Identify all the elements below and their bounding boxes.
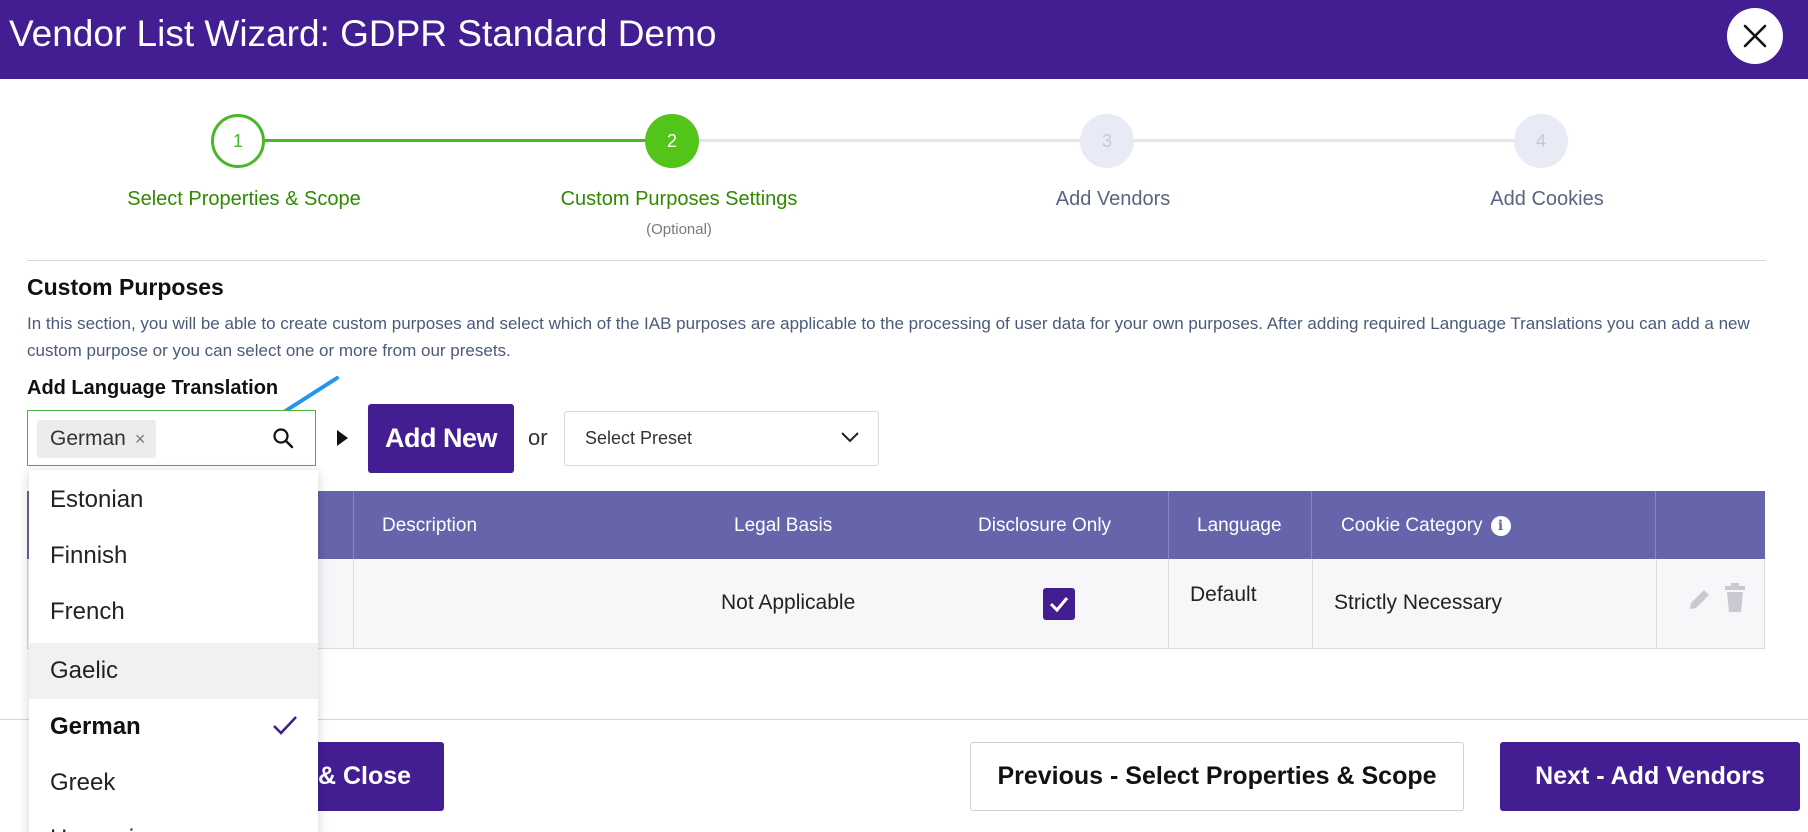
cell-language: Default xyxy=(1190,583,1257,606)
cell-divider xyxy=(1168,559,1169,649)
annotation-arrow-icon xyxy=(248,376,339,436)
header-divider xyxy=(1168,491,1169,559)
dropdown-option-estonian[interactable]: Estonian xyxy=(29,472,318,528)
add-new-button[interactable]: Add New xyxy=(368,404,514,473)
header-description: Description xyxy=(382,515,478,536)
edit-icon[interactable] xyxy=(1686,585,1712,613)
dropdown-option-greek[interactable]: Greek xyxy=(29,755,318,811)
trash-icon[interactable] xyxy=(1723,583,1747,613)
chip-remove-icon[interactable]: × xyxy=(135,429,146,450)
disclosure-only-checkbox[interactable] xyxy=(1043,588,1075,620)
language-chip[interactable]: German × xyxy=(37,420,157,458)
header-disclosure-only: Disclosure Only xyxy=(978,515,1112,536)
cell-divider xyxy=(353,559,354,649)
step-3-label: Add Vendors xyxy=(1055,188,1171,210)
info-icon[interactable]: i xyxy=(1490,516,1511,536)
dropdown-option-french[interactable]: French xyxy=(29,584,318,640)
cell-legal-basis: Not Applicable xyxy=(721,591,856,614)
check-icon xyxy=(273,716,297,735)
step-connector-2 xyxy=(699,139,1080,142)
step-4-label: Add Cookies xyxy=(1490,188,1604,210)
step-4-number: 4 xyxy=(1535,130,1546,151)
dropdown-option-german-label: German xyxy=(50,713,141,740)
language-chip-label: German xyxy=(50,427,126,450)
search-icon[interactable] xyxy=(272,427,294,449)
header-divider xyxy=(353,491,354,559)
header-cookie-category-label: Cookie Category xyxy=(1341,515,1483,536)
step-2-circle[interactable]: 2 xyxy=(645,114,699,168)
header-legal-basis: Legal Basis xyxy=(734,515,833,536)
dropdown-option-german[interactable]: German xyxy=(29,699,318,755)
step-2-number: 2 xyxy=(666,130,677,151)
checkmark-icon xyxy=(1049,597,1069,613)
header-cookie-category: Cookie Category i xyxy=(1341,515,1511,537)
header-language: Language xyxy=(1197,515,1282,536)
chevron-down-icon xyxy=(841,432,859,443)
step-2-label[interactable]: Custom Purposes Settings xyxy=(561,188,798,211)
step-3-circle: 3 xyxy=(1080,114,1134,168)
close-button[interactable] xyxy=(1727,8,1783,64)
header-divider xyxy=(1311,491,1312,559)
language-dropdown[interactable]: Estonian Finnish French Gaelic German Gr… xyxy=(29,470,318,832)
dropdown-option-finnish[interactable]: Finnish xyxy=(29,528,318,584)
dropdown-option-gaelic[interactable]: Gaelic xyxy=(29,643,318,699)
step-4-circle: 4 xyxy=(1514,114,1568,168)
dropdown-option-hungarian[interactable]: Hungarian xyxy=(29,811,318,832)
step-3-number: 3 xyxy=(1101,130,1112,151)
cell-cookie-category: Strictly Necessary xyxy=(1334,591,1503,614)
or-separator: or xyxy=(528,425,548,450)
step-2-sublabel: (Optional) xyxy=(646,221,712,238)
close-icon xyxy=(1743,24,1767,48)
preset-select-value: Select Preset xyxy=(585,428,693,448)
step-connector-3 xyxy=(1134,139,1514,142)
cell-divider xyxy=(1312,559,1313,649)
language-multiselect[interactable]: German × xyxy=(27,410,316,466)
preset-select[interactable]: Select Preset xyxy=(564,411,879,466)
cell-divider xyxy=(1656,559,1657,649)
previous-button[interactable]: Previous - Select Properties & Scope xyxy=(970,742,1464,811)
next-button[interactable]: Next - Add Vendors xyxy=(1500,742,1800,811)
header-divider xyxy=(1655,491,1656,559)
play-arrow-icon xyxy=(337,430,348,446)
